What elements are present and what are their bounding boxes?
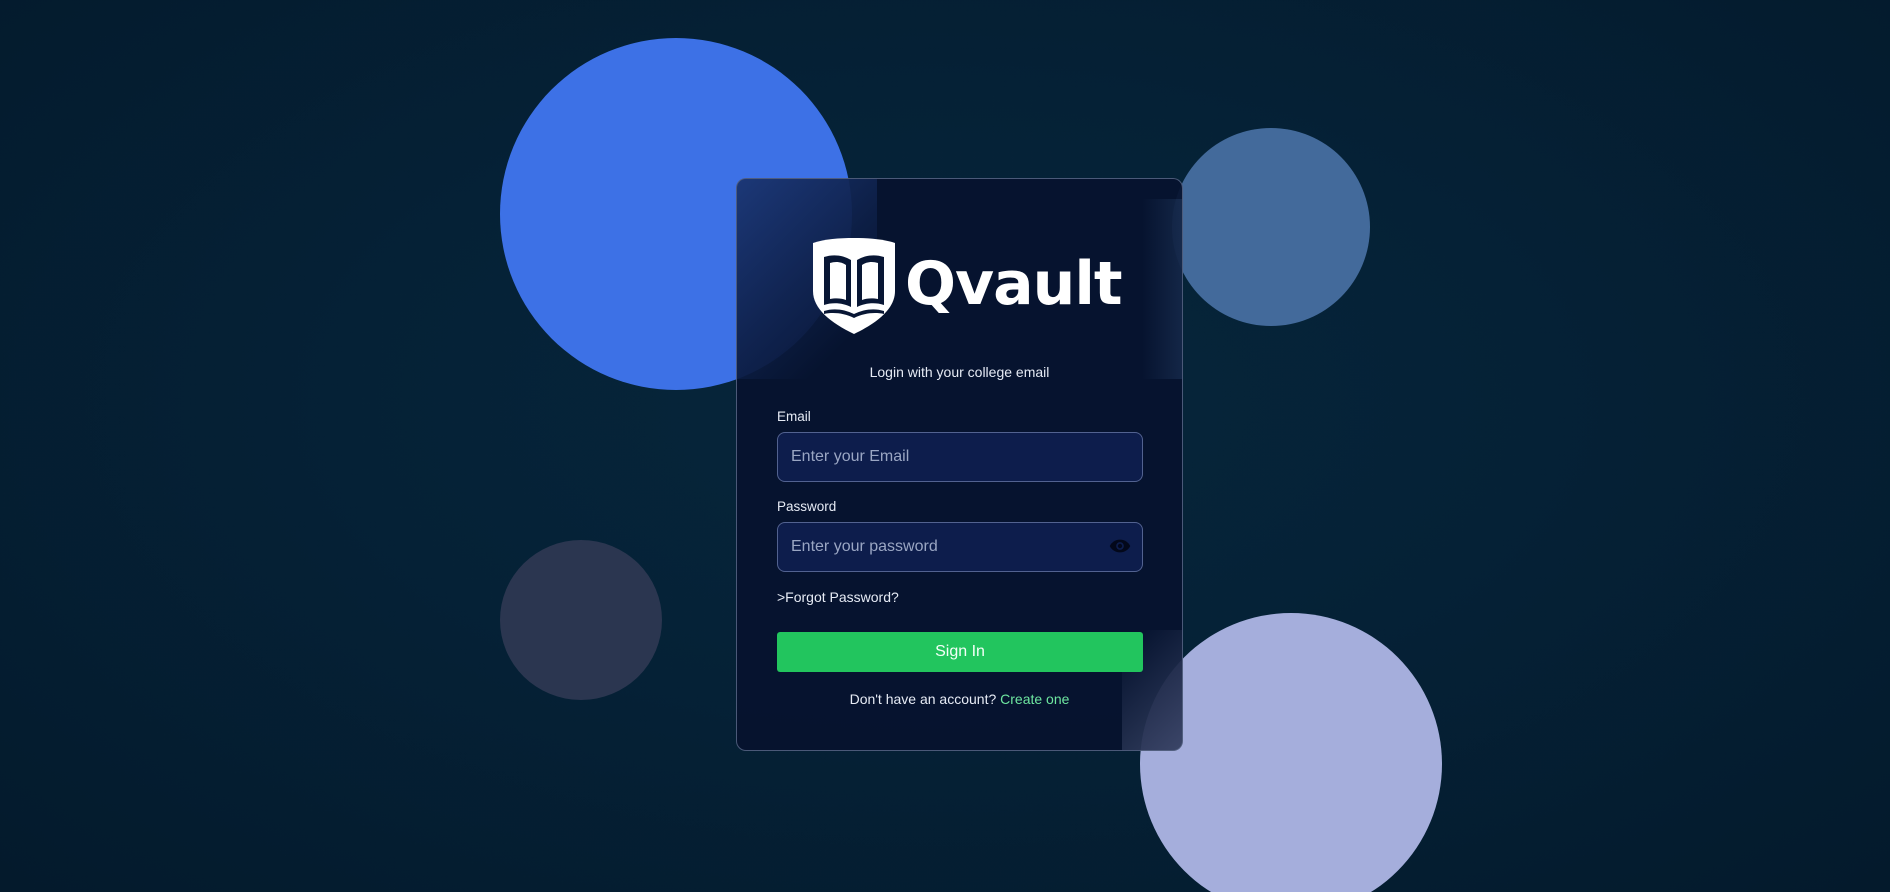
card-glow-top-right xyxy=(1142,199,1182,379)
brand-logo: Qvault xyxy=(811,236,1123,336)
email-label: Email xyxy=(777,409,811,424)
sign-in-button[interactable]: Sign In xyxy=(777,632,1143,672)
eye-icon[interactable] xyxy=(1109,537,1131,555)
decorative-circle-dark xyxy=(500,540,662,700)
password-label: Password xyxy=(777,499,837,514)
email-input[interactable] xyxy=(777,432,1143,482)
shield-book-icon xyxy=(813,238,895,334)
signup-prompt: Don't have an account? Create one xyxy=(737,691,1182,707)
login-subtitle: Login with your college email xyxy=(869,364,1050,380)
create-account-link[interactable]: Create one xyxy=(1000,691,1069,707)
decorative-circle-steel xyxy=(1172,128,1370,326)
brand-name: Qvault xyxy=(905,249,1123,319)
forgot-password-link[interactable]: >Forgot Password? xyxy=(777,589,899,605)
login-card: Qvault Login with your college email Ema… xyxy=(736,178,1183,751)
decorative-circle-lavender xyxy=(1140,613,1442,892)
password-input[interactable] xyxy=(777,522,1143,572)
no-account-text: Don't have an account? xyxy=(849,691,997,707)
